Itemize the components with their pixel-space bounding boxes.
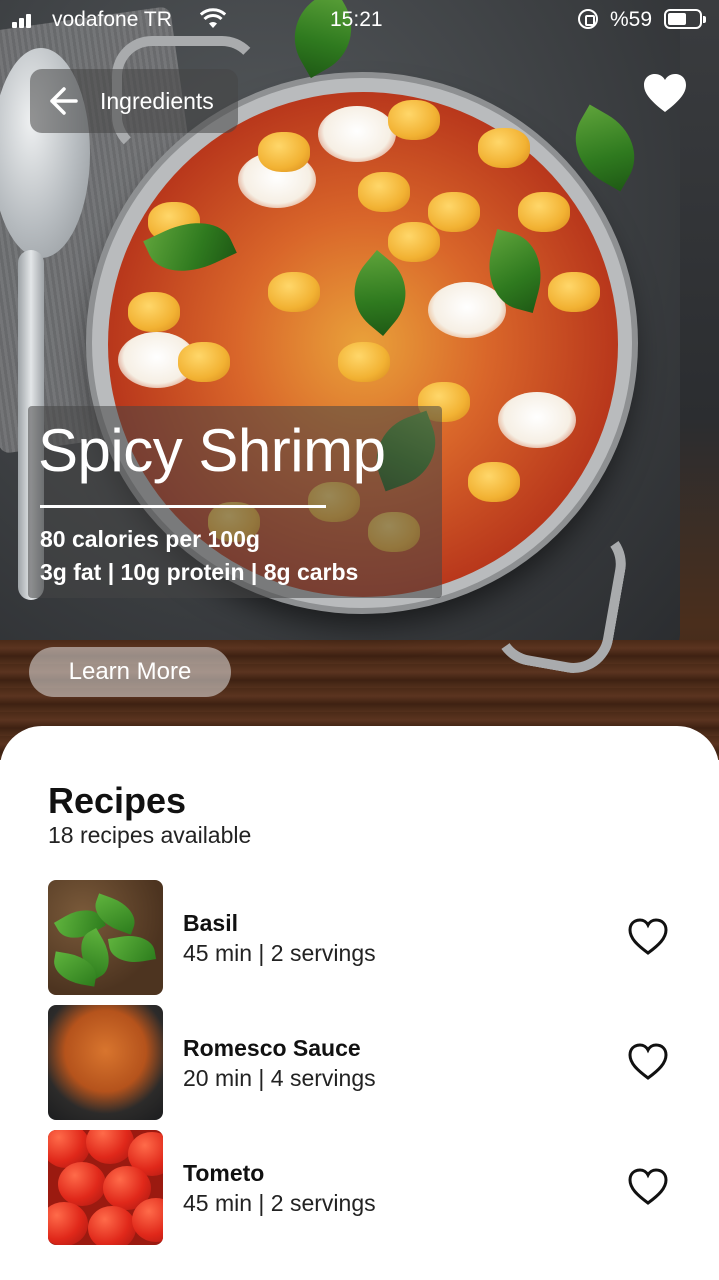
dish-title: Spicy Shrimp	[38, 417, 386, 484]
recipe-row-basil[interactable]: Basil 45 min | 2 servings	[48, 880, 688, 995]
calories-text: 80 calories per 100g	[40, 526, 260, 552]
macros-text: 3g fat | 10g protein | 8g carbs	[40, 559, 359, 585]
arrow-left-icon	[50, 87, 78, 115]
battery-percent: %59	[610, 8, 653, 31]
recipe-thumbnail	[48, 1130, 163, 1245]
heart-outline-icon[interactable]	[628, 918, 668, 956]
learn-more-button[interactable]: Learn More	[29, 647, 231, 697]
heart-filled-icon[interactable]	[642, 72, 688, 114]
recipe-meta: 45 min | 2 servings	[183, 1190, 376, 1216]
recipe-thumbnail	[48, 880, 163, 995]
status-bar: vodafone TR 15:21 %59	[0, 0, 719, 40]
battery-icon	[664, 9, 706, 29]
recipe-thumbnail	[48, 1005, 163, 1120]
recipe-row-tometo[interactable]: Tometo 45 min | 2 servings	[48, 1130, 688, 1245]
orientation-lock-icon	[578, 9, 598, 29]
recipe-name: Tometo	[183, 1160, 265, 1186]
title-divider	[40, 505, 326, 508]
carrier-label: vodafone TR	[52, 8, 172, 31]
signal-icon	[12, 12, 36, 28]
clock: 15:21	[330, 8, 383, 31]
heart-outline-icon[interactable]	[628, 1043, 668, 1081]
wifi-icon	[200, 8, 226, 28]
heart-outline-icon[interactable]	[628, 1168, 668, 1206]
recipe-row-romesco-sauce[interactable]: Romesco Sauce 20 min | 4 servings	[48, 1005, 688, 1120]
recipe-name: Romesco Sauce	[183, 1035, 361, 1061]
recipes-count: 18 recipes available	[48, 822, 252, 848]
recipe-meta: 20 min | 4 servings	[183, 1065, 376, 1091]
recipe-name: Basil	[183, 910, 238, 936]
recipes-title: Recipes	[48, 780, 187, 821]
back-button[interactable]: Ingredients	[30, 69, 238, 133]
back-label: Ingredients	[100, 87, 214, 114]
recipe-meta: 45 min | 2 servings	[183, 940, 376, 966]
